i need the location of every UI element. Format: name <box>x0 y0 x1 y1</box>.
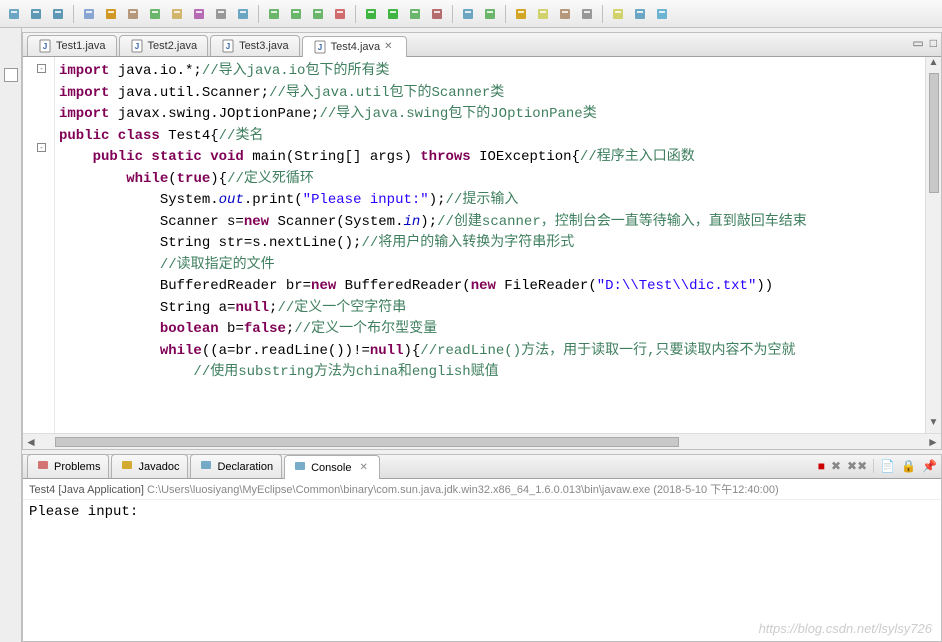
bottom-tab-bar: Problems Javadoc Declaration Console ✕ ■ ✖ ✖… <box>23 455 941 479</box>
save-all-icon[interactable] <box>48 4 68 24</box>
clear-console-icon[interactable]: 📄 <box>880 459 895 473</box>
forward-icon[interactable] <box>630 4 650 24</box>
console-toolbar: ■ ✖ ✖✖ 📄 🔒 📌 <box>818 459 937 473</box>
minimize-view-icon[interactable] <box>4 68 18 82</box>
scroll-up-icon[interactable]: ▲ <box>926 57 941 73</box>
bottom-tab-declaration[interactable]: Declaration <box>190 454 282 478</box>
minimize-editor-icon[interactable]: ▭ <box>912 36 923 50</box>
scroll-right-icon[interactable]: ► <box>925 435 941 449</box>
wizard-icon[interactable] <box>79 4 99 24</box>
tab-label: Console <box>311 462 351 474</box>
wrench-icon[interactable] <box>577 4 597 24</box>
bottom-tab-javadoc[interactable]: Javadoc <box>111 454 188 478</box>
console-output[interactable]: Please input: <box>23 500 941 641</box>
tab-label: Test1.java <box>56 40 106 52</box>
editor-tab-bar: J Test1.java J Test2.java J Test3.java J Test4.… <box>23 33 941 57</box>
problems-icon <box>36 458 50 475</box>
java-file-icon: J <box>130 39 144 53</box>
tab-label: Test4.java <box>331 41 381 53</box>
main-toolbar <box>0 0 942 28</box>
tab-label: Test3.java <box>239 40 289 52</box>
fold-toggle-icon[interactable]: - <box>37 64 46 73</box>
scroll-lock-icon[interactable]: 🔒 <box>901 459 916 473</box>
remove-launch-icon[interactable]: ✖ <box>831 459 841 473</box>
open-type-icon[interactable] <box>145 4 165 24</box>
maximize-editor-icon[interactable]: □ <box>930 36 937 50</box>
code-editor[interactable]: import java.io.*;//导入java.io包下的所有类 impor… <box>55 57 925 433</box>
editor-area: J Test1.java J Test2.java J Test3.java J Test4.… <box>22 32 942 450</box>
svg-text:J: J <box>43 42 47 51</box>
javadoc-icon <box>120 458 134 475</box>
editor-tab[interactable]: J Test4.java✕ <box>302 36 408 57</box>
debug-icon[interactable] <box>308 4 328 24</box>
editor-tab[interactable]: J Test1.java <box>27 35 117 56</box>
new-icon[interactable] <box>4 4 24 24</box>
scroll-down-icon[interactable]: ▼ <box>926 417 941 433</box>
tab-label: Javadoc <box>138 461 179 473</box>
link-icon[interactable] <box>555 4 575 24</box>
fold-toggle-icon[interactable]: - <box>37 143 46 152</box>
console-icon <box>293 459 307 476</box>
xml-icon[interactable] <box>189 4 209 24</box>
bottom-tab-console[interactable]: Console ✕ <box>284 455 380 479</box>
run-alt-icon[interactable] <box>405 4 425 24</box>
save-icon[interactable] <box>26 4 46 24</box>
svg-text:J: J <box>134 42 138 51</box>
run-green-icon[interactable] <box>361 4 381 24</box>
bottom-panel: Problems Javadoc Declaration Console ✕ ■ ✖ ✖… <box>22 454 942 642</box>
pin-console-icon[interactable]: 📌 <box>922 459 937 473</box>
perspective-icon[interactable] <box>652 4 672 24</box>
tab-label: Declaration <box>217 461 273 473</box>
scroll-left-icon[interactable]: ◄ <box>23 435 39 449</box>
vertical-scrollbar[interactable]: ▲ ▼ <box>925 57 941 433</box>
editor-tab[interactable]: J Test3.java <box>210 35 300 56</box>
format-icon[interactable] <box>511 4 531 24</box>
declaration-icon <box>199 458 213 475</box>
svg-text:J: J <box>226 42 230 51</box>
editor-tab[interactable]: J Test2.java <box>119 35 209 56</box>
tab-label: Problems <box>54 461 100 473</box>
search-icon[interactable] <box>233 4 253 24</box>
java-file-icon: J <box>313 40 327 54</box>
tab-label: Test2.java <box>148 40 198 52</box>
close-icon[interactable]: ✕ <box>384 41 396 53</box>
back-icon[interactable] <box>608 4 628 24</box>
java-file-icon: J <box>221 39 235 53</box>
package-icon[interactable] <box>123 4 143 24</box>
remove-all-icon[interactable]: ✖✖ <box>847 459 867 473</box>
scroll-thumb[interactable] <box>929 73 939 193</box>
svg-text:J: J <box>317 43 321 52</box>
debug-green-icon[interactable] <box>383 4 403 24</box>
profile-icon[interactable] <box>427 4 447 24</box>
java-file-icon: J <box>38 39 52 53</box>
left-trim <box>0 28 22 642</box>
highlight-icon[interactable] <box>533 4 553 24</box>
ant-icon[interactable] <box>101 4 121 24</box>
console-process-info: Test4 [Java Application] C:\Users\luosiy… <box>23 479 941 500</box>
fold-gutter: - - <box>23 57 55 433</box>
new-server-icon[interactable] <box>458 4 478 24</box>
table-icon[interactable] <box>211 4 231 24</box>
run-ext-icon[interactable] <box>286 4 306 24</box>
debug-ext-icon[interactable] <box>264 4 284 24</box>
scroll-thumb[interactable] <box>55 437 679 447</box>
terminate-icon[interactable]: ■ <box>818 459 825 473</box>
bottom-tab-problems[interactable]: Problems <box>27 454 109 478</box>
folder-icon[interactable] <box>167 4 187 24</box>
new-class-icon[interactable] <box>480 4 500 24</box>
external-tools-icon[interactable] <box>330 4 350 24</box>
horizontal-scrollbar[interactable]: ◄ ► <box>23 433 941 449</box>
close-icon[interactable]: ✕ <box>359 462 371 474</box>
